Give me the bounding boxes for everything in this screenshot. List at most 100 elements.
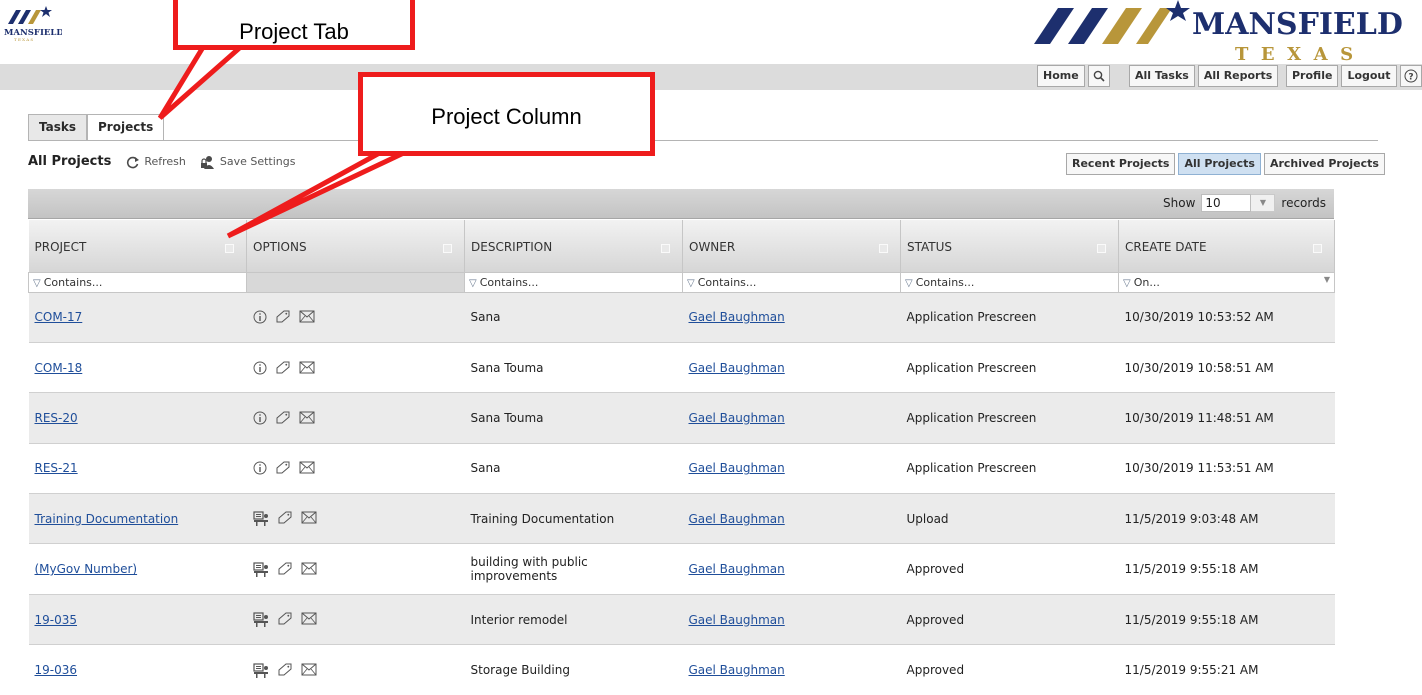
mail-icon[interactable] (299, 411, 315, 424)
project-link[interactable]: RES-21 (35, 461, 78, 475)
project-link[interactable]: RES-20 (35, 411, 78, 425)
project-tab-callout: Project Tab (173, 0, 415, 50)
recent-projects-button[interactable]: Recent Projects (1066, 153, 1176, 175)
chevron-down-icon[interactable]: ▼ (1251, 194, 1276, 212)
mail-icon[interactable] (299, 310, 315, 323)
status-cell: Approved (900, 543, 1119, 595)
description-filter-input[interactable]: ▽ Contains... (464, 271, 683, 293)
project-link[interactable]: COM-18 (35, 361, 83, 375)
status-cell: Approved (900, 593, 1119, 645)
info-icon[interactable] (253, 461, 267, 475)
column-menu-icon[interactable] (443, 244, 452, 253)
edit-tag-icon[interactable] (275, 310, 291, 324)
column-header-project[interactable]: PROJECT (28, 220, 247, 272)
edit-tag-icon[interactable] (275, 411, 291, 425)
logout-button[interactable]: Logout (1341, 65, 1397, 87)
column-header-options[interactable]: OPTIONS (246, 220, 465, 272)
column-header-description[interactable]: DESCRIPTION (464, 220, 683, 272)
edit-tag-icon[interactable] (277, 511, 293, 525)
column-menu-icon[interactable] (879, 244, 888, 253)
owner-link[interactable]: Gael Baughman (689, 512, 785, 526)
info-icon[interactable] (253, 411, 267, 425)
mail-icon[interactable] (299, 361, 315, 374)
options-cell (246, 493, 465, 544)
create-date-filter-input[interactable]: ▽ On... ▼ (1118, 271, 1335, 293)
info-icon[interactable] (253, 361, 267, 375)
owner-cell: Gael Baughman (682, 593, 901, 645)
project-desk-icon[interactable] (252, 511, 269, 527)
search-button[interactable] (1087, 65, 1110, 87)
all-reports-button[interactable]: All Reports (1197, 65, 1279, 87)
row-options (252, 562, 459, 577)
project-desk-icon[interactable] (252, 562, 269, 577)
home-button[interactable]: Home (1037, 65, 1085, 87)
owner-filter-input[interactable]: ▽ Contains... (682, 271, 901, 293)
owner-link[interactable]: Gael Baughman (689, 663, 785, 677)
owner-cell: Gael Baughman (682, 341, 901, 393)
owner-link[interactable]: Gael Baughman (689, 461, 785, 475)
column-header-create-date[interactable]: CREATE DATE (1118, 220, 1335, 272)
description-cell: Sana (464, 442, 683, 494)
project-link[interactable]: (MyGov Number) (35, 562, 138, 576)
options-filter-empty (246, 271, 465, 293)
column-menu-icon[interactable] (225, 244, 234, 253)
home-nav: Home (1037, 65, 1113, 87)
create-date-cell: 10/30/2019 10:58:51 AM (1118, 341, 1335, 393)
filter-icon: ▽ (33, 277, 41, 289)
chevron-down-icon[interactable]: ▼ (1324, 275, 1330, 284)
status-filter-input[interactable]: ▽ Contains... (900, 271, 1119, 293)
owner-link[interactable]: Gael Baughman (689, 361, 785, 375)
all-projects-button[interactable]: All Projects (1178, 153, 1261, 175)
mail-icon[interactable] (301, 562, 317, 575)
edit-tag-icon[interactable] (277, 562, 293, 576)
edit-tag-icon[interactable] (275, 461, 291, 475)
logo-text: MANSFIELD (1192, 7, 1403, 42)
edit-tag-icon[interactable] (277, 612, 293, 626)
mail-icon[interactable] (301, 612, 317, 625)
mail-icon[interactable] (299, 461, 315, 474)
table-row: (MyGov Number) building with public impro… (28, 543, 1335, 595)
column-menu-icon[interactable] (661, 244, 670, 253)
refresh-button[interactable]: Refresh (125, 155, 186, 169)
column-menu-icon[interactable] (1097, 244, 1106, 253)
page-size-select[interactable]: 10 (1201, 194, 1252, 212)
help-button[interactable]: ? (1399, 65, 1422, 87)
edit-tag-icon[interactable] (277, 663, 293, 677)
options-cell (246, 644, 465, 695)
tab-tasks[interactable]: Tasks (28, 114, 88, 140)
save-settings-button[interactable]: Save Settings (200, 155, 295, 169)
edit-tag-icon[interactable] (275, 361, 291, 375)
project-link[interactable]: 19-036 (35, 663, 78, 677)
archived-projects-button[interactable]: Archived Projects (1263, 153, 1385, 175)
tab-projects[interactable]: Projects (87, 114, 165, 141)
project-desk-icon[interactable] (252, 612, 269, 628)
mail-icon[interactable] (301, 663, 317, 676)
project-link[interactable]: 19-035 (35, 613, 78, 627)
owner-cell: Gael Baughman (682, 442, 901, 494)
mail-icon[interactable] (301, 511, 317, 524)
project-cell: 19-036 (28, 644, 247, 695)
column-header-owner[interactable]: OWNER (682, 220, 901, 272)
project-column-callout: Project Column (358, 72, 655, 156)
create-date-cell: 10/30/2019 11:48:51 AM (1118, 392, 1335, 444)
description-cell: Storage Building (464, 644, 683, 695)
all-tasks-button[interactable]: All Tasks (1129, 65, 1195, 87)
column-menu-icon[interactable] (1313, 244, 1322, 253)
mansfield-logo: MANSFIELD T E X A S (1034, 0, 1403, 64)
owner-link[interactable]: Gael Baughman (689, 411, 785, 425)
owner-link[interactable]: Gael Baughman (689, 613, 785, 627)
owner-link[interactable]: Gael Baughman (689, 310, 785, 324)
project-link[interactable]: COM-17 (35, 310, 83, 324)
profile-button[interactable]: Profile (1286, 65, 1339, 87)
project-filter-input[interactable]: ▽ Contains... (28, 271, 247, 293)
project-desk-icon[interactable] (252, 663, 269, 678)
row-options (252, 612, 459, 628)
status-cell: Approved (900, 644, 1119, 695)
description-cell: building with public improvements (464, 543, 683, 595)
filter-row: ▽ Contains... ▽ Contains... ▽ Contains... ▽… (28, 271, 1335, 293)
project-link[interactable]: Training Documentation (35, 512, 179, 526)
description-cell: Sana Touma (464, 341, 683, 393)
owner-link[interactable]: Gael Baughman (689, 562, 785, 576)
info-icon[interactable] (253, 310, 267, 324)
column-header-status[interactable]: STATUS (900, 220, 1119, 272)
